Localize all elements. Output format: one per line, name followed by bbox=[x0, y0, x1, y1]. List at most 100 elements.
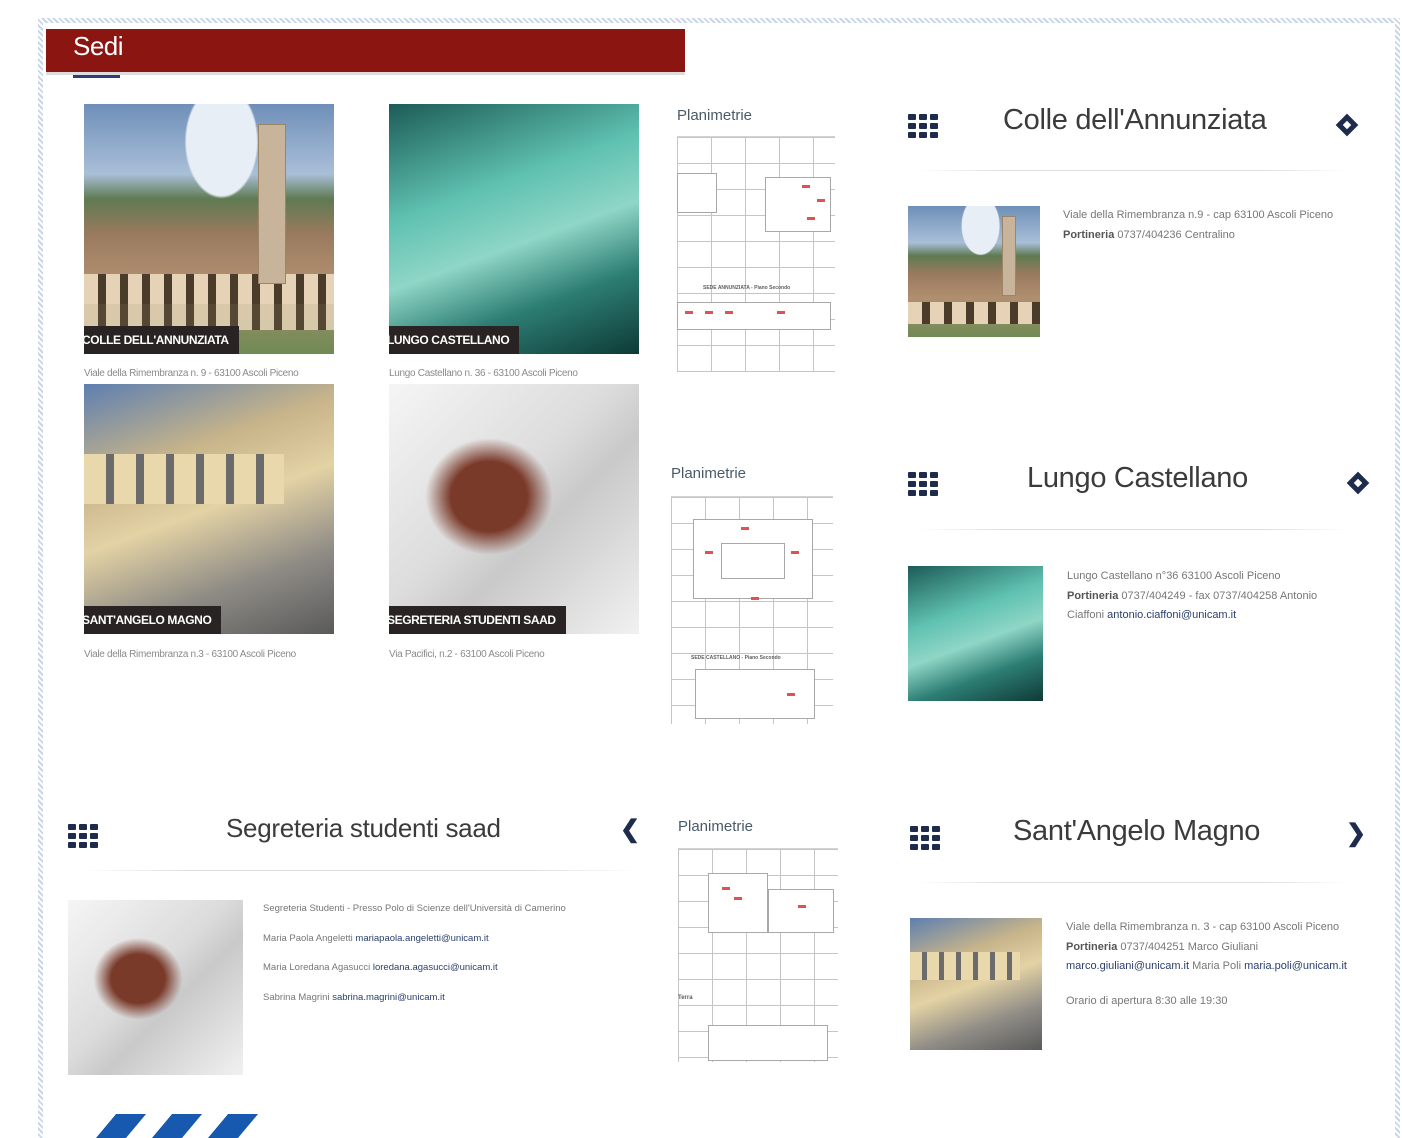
page-title: Sedi bbox=[73, 31, 124, 61]
contact-name: Maria Loredana Agasucci bbox=[263, 962, 371, 973]
plan-room bbox=[768, 889, 834, 933]
contact-name: Maria Paola Angeletti bbox=[263, 932, 353, 944]
panel-title-segreteria: Segreteria studenti saad bbox=[226, 813, 501, 843]
plan-label: SEDE CASTELLANO - Piano Secondo bbox=[691, 655, 781, 661]
plan-room bbox=[677, 173, 717, 213]
plan-room bbox=[695, 669, 815, 719]
photo-detail bbox=[84, 274, 334, 304]
plan-room bbox=[708, 873, 768, 933]
address-text: Lungo Castellano n°36 63100 Ascoli Picen… bbox=[1067, 570, 1281, 582]
plan-mark bbox=[787, 693, 795, 696]
panel-info-sant: Viale della Rimembranza n. 3 - cap 63100… bbox=[1066, 918, 1366, 1011]
panel-thumbnail[interactable] bbox=[908, 206, 1040, 337]
opening-hours: Orario di apertura 8:30 alle 19:30 bbox=[1066, 994, 1228, 1007]
info-line: Segreteria Studenti - Presso Polo di Sci… bbox=[263, 903, 566, 914]
portineria-label: Portineria bbox=[1063, 228, 1115, 241]
grid-icon[interactable] bbox=[908, 114, 940, 140]
panel-divider bbox=[918, 882, 1348, 883]
plan-title: Planimetrie bbox=[671, 465, 747, 482]
portineria-label: Portineria bbox=[1066, 940, 1118, 953]
panel-thumbnail[interactable] bbox=[68, 900, 243, 1075]
email-link[interactable]: loredana.agasucci@unicam.it bbox=[373, 962, 498, 973]
tile-address: Lungo Castellano n. 36 - 63100 Ascoli Pi… bbox=[389, 368, 578, 379]
plan-mark bbox=[791, 551, 799, 554]
panel-divider bbox=[80, 870, 640, 871]
panel-divider bbox=[918, 529, 1348, 530]
portineria-text: 0737/404251 Marco Giuliani bbox=[1120, 940, 1259, 953]
contact-line: Sabrina Magrini sabrina.magrini@unicam.i… bbox=[263, 988, 643, 1008]
tile-address: Via Pacifici, n.2 - 63100 Ascoli Piceno bbox=[389, 649, 545, 660]
chevron-right-icon[interactable]: ❯ bbox=[1346, 822, 1366, 846]
panel-thumbnail[interactable] bbox=[908, 566, 1043, 701]
grid-icon[interactable] bbox=[910, 826, 942, 852]
tile-caption: SEGRETERIA STUDENTI SAAD bbox=[389, 606, 566, 634]
portineria-line: Portineria 0737/404249 - fax 0737/404258… bbox=[1067, 587, 1357, 626]
plan-room bbox=[721, 543, 785, 579]
email-link[interactable]: mariapaola.angeletti@unicam.it bbox=[355, 933, 488, 944]
address-text: Viale della Rimembranza n.9 - cap 63100 … bbox=[1063, 209, 1334, 221]
header-accent bbox=[73, 75, 120, 78]
contact-line: Maria Paola Angeletti mariapaola.angelet… bbox=[263, 929, 643, 949]
email-link[interactable]: maria.poli@unicam.it bbox=[1244, 960, 1347, 972]
contact-line: Maria Loredana Agasucci loredana.agasucc… bbox=[263, 958, 643, 978]
address-text: Viale della Rimembranza n. 3 - cap 63100… bbox=[1066, 921, 1340, 933]
panel-info-colle: Viale della Rimembranza n.9 - cap 63100 … bbox=[1063, 206, 1363, 245]
photo-detail bbox=[1002, 216, 1016, 296]
panel-title-sant: Sant'Angelo Magno bbox=[1013, 815, 1261, 847]
contact-name: Maria Poli bbox=[1192, 960, 1242, 972]
tile-caption: LUNGO CASTELLANO bbox=[389, 326, 520, 354]
plan-mark bbox=[751, 597, 759, 600]
email-link[interactable]: antonio.ciaffoni@unicam.it bbox=[1107, 609, 1236, 621]
email-link[interactable]: marco.giuliani@unicam.it bbox=[1066, 960, 1189, 972]
plan-mark bbox=[725, 311, 733, 314]
tile-colle-annunziata[interactable]: COLLE DELL'ANNUNZIATA bbox=[84, 104, 334, 354]
grid-icon[interactable] bbox=[908, 472, 940, 498]
plan-label: SEDE ANNUNZIATA - Piano Secondo bbox=[703, 285, 791, 291]
tile-lungo-castellano[interactable]: LUNGO CASTELLANO bbox=[389, 104, 639, 354]
photo-detail bbox=[908, 302, 1040, 324]
portineria-label: Portineria bbox=[1067, 589, 1119, 602]
chevron-left-icon[interactable]: ❮ bbox=[620, 818, 640, 842]
plan-mark bbox=[734, 897, 742, 900]
plan-room bbox=[677, 302, 831, 330]
plan-mark bbox=[722, 887, 730, 890]
plan-mark bbox=[741, 527, 749, 530]
tile-address: Viale della Rimembranza n. 9 - 63100 Asc… bbox=[84, 368, 299, 379]
plan-mark bbox=[798, 905, 806, 908]
portineria-text: 0737/404236 Centralino bbox=[1117, 228, 1235, 241]
photo-detail bbox=[258, 124, 286, 284]
email-link[interactable]: sabrina.magrini@unicam.it bbox=[332, 992, 445, 1003]
tile-caption: SANT'ANGELO MAGNO bbox=[84, 606, 222, 634]
tile-santangelo-magno[interactable]: SANT'ANGELO MAGNO bbox=[84, 384, 334, 634]
tile-caption: COLLE DELL'ANNUNZIATA bbox=[84, 326, 239, 354]
plan-title: Planimetrie bbox=[677, 107, 753, 124]
plan-label: Terra bbox=[678, 995, 693, 1001]
plan-mark bbox=[705, 311, 713, 314]
floor-plan-santangelo[interactable]: Terra bbox=[678, 848, 838, 1062]
panel-divider bbox=[918, 170, 1348, 171]
panel-title-lungo: Lungo Castellano bbox=[1027, 462, 1248, 494]
plan-mark bbox=[807, 217, 815, 220]
plan-mark bbox=[802, 185, 810, 188]
plan-mark bbox=[685, 311, 693, 314]
panel-info-lungo: Lungo Castellano n°36 63100 Ascoli Picen… bbox=[1067, 567, 1357, 626]
panel-title-colle: Colle dell'Annunziata bbox=[1003, 104, 1267, 136]
panel-info-segreteria: Segreteria Studenti - Presso Polo di Sci… bbox=[263, 899, 643, 1017]
section-header: Sedi bbox=[46, 29, 685, 75]
plan-room bbox=[765, 177, 831, 232]
plan-mark bbox=[817, 199, 825, 202]
photo-detail bbox=[84, 454, 284, 504]
tile-address: Viale della Rimembranza n.3 - 63100 Asco… bbox=[84, 649, 296, 660]
tile-segreteria-studenti[interactable]: SEGRETERIA STUDENTI SAAD bbox=[389, 384, 639, 634]
floor-plan-castellano[interactable]: SEDE CASTELLANO - Piano Secondo bbox=[671, 496, 833, 724]
portineria-line: Portineria 0737/404251 Marco Giuliani ma… bbox=[1066, 938, 1366, 977]
portineria-line: Portineria 0737/404236 Centralino bbox=[1063, 226, 1363, 246]
plan-mark bbox=[777, 311, 785, 314]
panel-thumbnail[interactable] bbox=[910, 918, 1042, 1050]
contact-name: Sabrina Magrini bbox=[263, 991, 330, 1003]
photo-detail bbox=[910, 952, 1020, 980]
plan-title: Planimetrie bbox=[678, 818, 754, 835]
plan-room bbox=[708, 1025, 828, 1061]
floor-plan-annunziata[interactable]: SEDE ANNUNZIATA - Piano Secondo bbox=[677, 136, 835, 372]
grid-icon[interactable] bbox=[68, 824, 100, 850]
